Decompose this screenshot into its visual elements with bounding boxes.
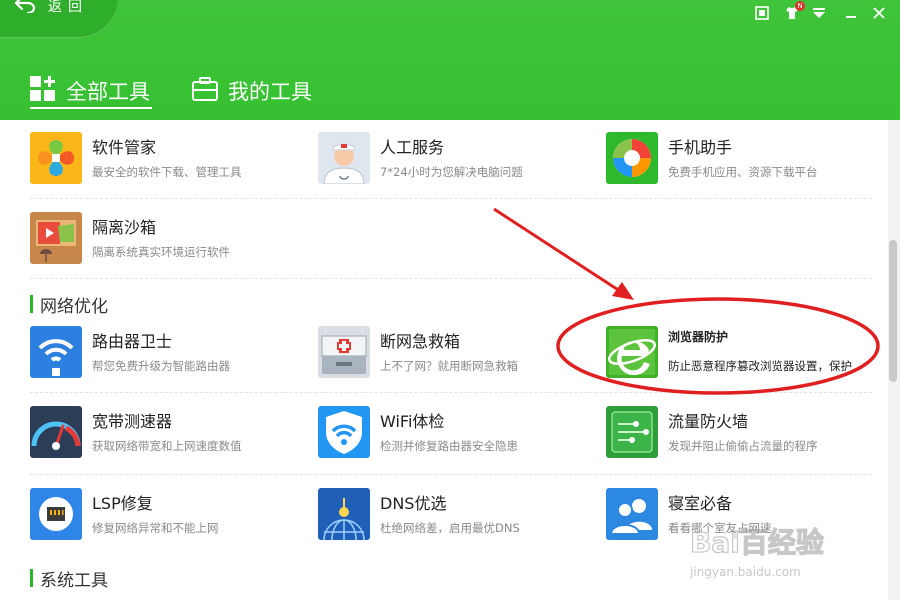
title-bar: 返回 N 全部工具 我的工具 xyxy=(0,0,900,120)
software-manager-icon xyxy=(30,132,82,184)
tab-my-tools-label: 我的工具 xyxy=(228,80,312,104)
tool-list: 软件管家 最安全的软件下载、管理工具 人工服务 7*24小时为您解决电脑问题 手… xyxy=(0,120,888,600)
tool-title: LSP修复 xyxy=(92,494,153,513)
tool-wifi-checkup[interactable]: WiFi体检 检测并修复路由器安全隐患 xyxy=(318,406,578,464)
section-accent-bar xyxy=(30,295,33,313)
sandbox-icon xyxy=(30,212,82,264)
section-network-optimization: 网络优化 xyxy=(30,294,108,317)
tool-desc: 杜绝网络差，启用最优DNS xyxy=(380,521,520,535)
roommates-icon xyxy=(606,488,658,540)
tool-title: 手机助手 xyxy=(668,138,733,157)
divider xyxy=(30,392,872,393)
tool-router-guard[interactable]: 路由器卫士 帮您免费升级为智能路由器 xyxy=(30,326,290,384)
tab-all-tools-label: 全部工具 xyxy=(66,80,150,104)
tool-desc: 上不了网？就用断网急救箱 xyxy=(380,359,518,373)
close-button[interactable] xyxy=(868,3,890,23)
router-wifi-icon xyxy=(30,326,82,378)
tool-desc: 7*24小时为您解决电脑问题 xyxy=(380,165,523,179)
message-button[interactable]: N xyxy=(781,1,805,23)
tool-title: 断网急救箱 xyxy=(380,332,461,351)
first-aid-kit-icon xyxy=(318,326,370,378)
tool-lsp-repair[interactable]: LSP修复 修复网络异常和不能上网 xyxy=(30,488,290,546)
tool-title: 流量防火墙 xyxy=(668,412,749,431)
tab-my-tools[interactable]: 我的工具 xyxy=(192,72,312,110)
skin-icon xyxy=(755,6,769,20)
section-title: 网络优化 xyxy=(40,296,108,317)
tool-title: 人工服务 xyxy=(380,138,445,157)
tool-title: 隔离沙箱 xyxy=(92,218,157,237)
tool-desc: 最安全的软件下载、管理工具 xyxy=(92,165,242,179)
tool-desc: 隔离系统真实环境运行软件 xyxy=(92,245,230,259)
tool-desc: 免费手机应用、资源下载平台 xyxy=(668,165,818,179)
menu-icon xyxy=(813,8,825,18)
scrollbar-thumb[interactable] xyxy=(889,240,897,382)
tool-title: 路由器卫士 xyxy=(92,332,173,351)
tab-all-tools[interactable]: 全部工具 xyxy=(30,72,150,110)
tool-network-first-aid[interactable]: 断网急救箱 上不了网？就用断网急救箱 xyxy=(318,326,578,384)
network-port-icon xyxy=(30,488,82,540)
minimize-icon xyxy=(846,16,856,18)
back-arrow-icon xyxy=(14,0,48,17)
tool-title: DNS优选 xyxy=(380,494,447,513)
speedometer-icon xyxy=(30,406,82,458)
tool-sandbox[interactable]: 隔离沙箱 隔离系统真实环境运行软件 xyxy=(30,212,290,270)
tool-desc: 防止恶意程序篡改浏览器设置，保护 xyxy=(668,359,852,373)
tool-title: 宽带测速器 xyxy=(92,412,173,431)
tool-human-service[interactable]: 人工服务 7*24小时为您解决电脑问题 xyxy=(318,132,578,190)
toolbox-icon xyxy=(192,76,218,106)
tool-traffic-firewall[interactable]: 流量防火墙 发现并阻止偷偷占流量的程序 xyxy=(606,406,866,464)
divider xyxy=(30,474,872,475)
tool-desc: 修复网络异常和不能上网 xyxy=(92,521,219,535)
tool-phone-assistant[interactable]: 手机助手 免费手机应用、资源下载平台 xyxy=(606,132,866,190)
section-accent-bar xyxy=(30,569,33,587)
globe-icon xyxy=(318,488,370,540)
phone-assistant-icon xyxy=(606,132,658,184)
tool-title: WiFi体检 xyxy=(380,412,445,431)
tool-software-manager[interactable]: 软件管家 最安全的软件下载、管理工具 xyxy=(30,132,290,190)
traffic-firewall-icon xyxy=(606,406,658,458)
grid-plus-icon xyxy=(30,75,56,107)
section-title: 系统工具 xyxy=(40,570,108,591)
divider xyxy=(30,198,872,199)
back-button[interactable]: 返回 xyxy=(14,0,88,19)
active-tab-indicator xyxy=(30,107,152,109)
section-system-tools: 系统工具 xyxy=(30,568,108,591)
close-icon xyxy=(873,7,885,19)
tool-browser-protection[interactable]: 浏览器防护 防止恶意程序篡改浏览器设置，保护 xyxy=(606,326,866,384)
tool-title: 软件管家 xyxy=(92,138,157,157)
tool-dorm-essentials[interactable]: 寝室必备 看看哪个室友占网速 xyxy=(606,488,866,546)
tool-desc: 获取网络带宽和上网速度数值 xyxy=(92,439,242,453)
skin-button[interactable] xyxy=(751,3,773,23)
tool-desc: 看看哪个室友占网速 xyxy=(668,521,772,535)
tool-desc: 发现并阻止偷偷占流量的程序 xyxy=(668,439,818,453)
tool-desc: 帮您免费升级为智能路由器 xyxy=(92,359,230,373)
tool-title: 浏览器防护 xyxy=(668,330,729,344)
wifi-shield-icon xyxy=(318,406,370,458)
divider xyxy=(30,278,872,279)
tool-desc: 检测并修复路由器安全隐患 xyxy=(380,439,518,453)
tool-dns-optimize[interactable]: DNS优选 杜绝网络差，启用最优DNS xyxy=(318,488,578,546)
doctor-icon xyxy=(318,132,370,184)
browser-shield-icon xyxy=(606,326,658,378)
back-label: 返回 xyxy=(48,0,88,15)
minimize-button[interactable] xyxy=(840,3,862,23)
tool-broadband-speedtest[interactable]: 宽带测速器 获取网络带宽和上网速度数值 xyxy=(30,406,290,464)
menu-button[interactable] xyxy=(808,3,830,23)
tool-title: 寝室必备 xyxy=(668,494,733,513)
notification-badge: N xyxy=(795,1,805,11)
back-button-area: 返回 xyxy=(0,0,118,38)
